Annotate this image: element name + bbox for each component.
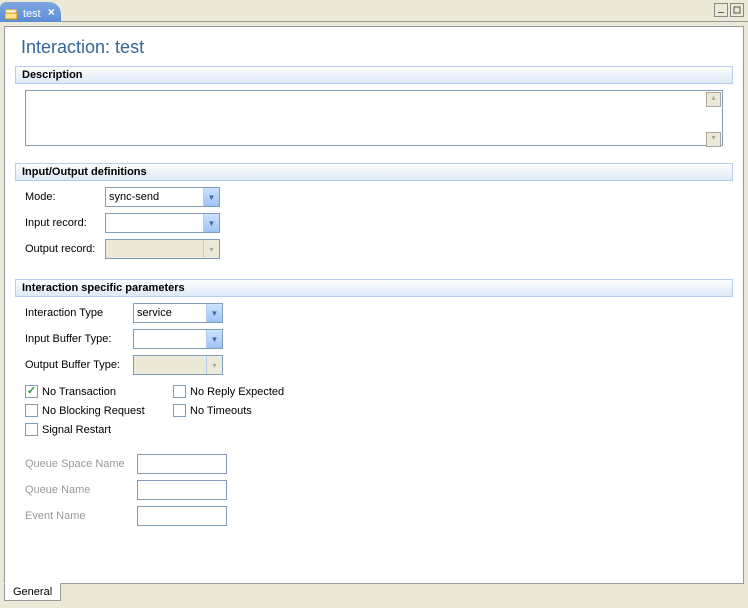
tab-title: test — [23, 8, 41, 20]
title-bar: test × — [0, 0, 748, 22]
page-title: Interaction: test — [21, 37, 733, 58]
no-blocking-checkbox[interactable] — [25, 404, 38, 417]
section-io: Input/Output definitions Mode: ▼ Input r… — [15, 163, 733, 271]
minimize-button[interactable] — [714, 3, 728, 17]
no-reply-checkbox[interactable] — [173, 385, 186, 398]
queue-name-label: Queue Name — [25, 484, 137, 496]
input-buffer-label: Input Buffer Type: — [25, 333, 133, 345]
scroll-up-icon[interactable]: ▴ — [706, 92, 721, 107]
close-icon[interactable]: × — [48, 5, 55, 19]
output-record-label: Output record: — [25, 243, 105, 255]
section-header-params: Interaction specific parameters — [15, 279, 733, 297]
no-timeouts-label: No Timeouts — [190, 405, 252, 417]
queue-name-input — [137, 480, 227, 500]
queue-space-label: Queue Space Name — [25, 458, 137, 470]
queue-space-input — [137, 454, 227, 474]
section-params: Interaction specific parameters Interact… — [15, 279, 733, 538]
section-header-io: Input/Output definitions — [15, 163, 733, 181]
no-transaction-label: No Transaction — [42, 386, 116, 398]
input-buffer-select[interactable] — [133, 329, 223, 349]
no-reply-label: No Reply Expected — [190, 386, 284, 398]
mode-select[interactable] — [105, 187, 220, 207]
output-record-select — [105, 239, 220, 259]
section-description: Description ▴ ▾ — [15, 66, 733, 155]
no-blocking-label: No Blocking Request — [42, 405, 145, 417]
signal-restart-checkbox[interactable] — [25, 423, 38, 436]
scroll-down-icon[interactable]: ▾ — [706, 132, 721, 147]
tab-general[interactable]: General — [4, 583, 61, 601]
input-record-label: Input record: — [25, 217, 105, 229]
description-textarea[interactable] — [25, 90, 723, 146]
output-buffer-select — [133, 355, 223, 375]
input-record-select[interactable] — [105, 213, 220, 233]
interaction-type-label: Interaction Type — [25, 307, 133, 319]
editor-tab-test[interactable]: test × — [0, 2, 61, 22]
window-controls — [714, 3, 744, 17]
file-icon — [5, 8, 19, 20]
event-name-input — [137, 506, 227, 526]
bottom-tab-bar: General — [4, 584, 744, 604]
interaction-type-select[interactable] — [133, 303, 223, 323]
maximize-button[interactable] — [730, 3, 744, 17]
mode-label: Mode: — [25, 191, 105, 203]
output-buffer-label: Output Buffer Type: — [25, 359, 133, 371]
no-transaction-checkbox[interactable] — [25, 385, 38, 398]
editor-area: Interaction: test Description ▴ ▾ Input/… — [4, 26, 744, 584]
event-name-label: Event Name — [25, 510, 137, 522]
section-header-description: Description — [15, 66, 733, 84]
signal-restart-label: Signal Restart — [42, 424, 111, 436]
no-timeouts-checkbox[interactable] — [173, 404, 186, 417]
